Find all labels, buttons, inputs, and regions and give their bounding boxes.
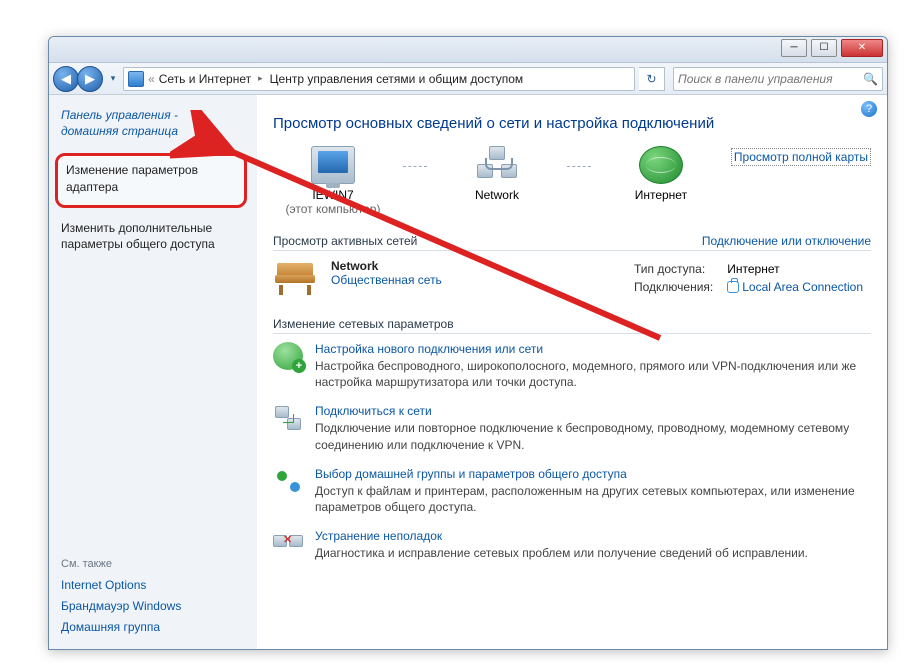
homegroup-sharing-desc: Доступ к файлам и принтерам, расположенн…: [315, 483, 871, 515]
titlebar[interactable]: ─ ☐ ✕: [49, 37, 887, 63]
maximize-button[interactable]: ☐: [811, 39, 837, 57]
connections-label: Подключения:: [628, 279, 719, 295]
public-network-icon: [273, 261, 317, 295]
connection-link[interactable]: Local Area Connection: [742, 280, 863, 294]
computer-icon: [311, 146, 355, 184]
page-title: Просмотр основных сведений о сети и наст…: [273, 115, 871, 132]
main-content: ? Просмотр основных сведений о сети и на…: [257, 95, 887, 649]
troubleshoot-desc: Диагностика и исправление сетевых пробле…: [315, 545, 808, 561]
breadcrumb-root: «: [148, 72, 155, 86]
access-type-label: Тип доступа:: [628, 261, 719, 277]
full-map-link[interactable]: Просмотр полной карты: [731, 148, 871, 166]
internet-options-link[interactable]: Internet Options: [61, 578, 249, 592]
help-icon[interactable]: ?: [861, 101, 877, 117]
network-name: Network: [331, 259, 442, 273]
close-button[interactable]: ✕: [841, 39, 883, 57]
chevron-right-icon[interactable]: ▸: [255, 73, 266, 84]
troubleshoot-link[interactable]: Устранение неполадок: [315, 529, 808, 543]
connect-disconnect-link[interactable]: Подключение или отключение: [702, 234, 871, 248]
network-icon: [475, 146, 519, 184]
control-panel-icon: [128, 71, 144, 87]
search-input[interactable]: [678, 72, 863, 86]
homegroup-sharing-link[interactable]: Выбор домашней группы и параметров общег…: [315, 467, 871, 481]
connection-line: [403, 166, 427, 167]
breadcrumb-network-internet[interactable]: Сеть и Интернет: [159, 72, 251, 86]
minimize-button[interactable]: ─: [781, 39, 807, 57]
sidebar: Панель управления - домашняя страница Из…: [49, 95, 257, 649]
search-icon: 🔍: [863, 72, 878, 86]
node-network: Network: [437, 146, 557, 202]
windows-firewall-link[interactable]: Брандмауэр Windows: [61, 599, 249, 613]
setup-new-connection-link[interactable]: Настройка нового подключения или сети: [315, 342, 871, 356]
access-type-value: Интернет: [721, 261, 869, 277]
connect-to-network-link[interactable]: Подключиться к сети: [315, 404, 871, 418]
connect-network-icon: [273, 404, 303, 432]
node-internet: Интернет: [601, 146, 721, 202]
see-also-heading: См. также: [61, 558, 249, 570]
network-type-link[interactable]: Общественная сеть: [331, 273, 442, 287]
connection-line: [567, 166, 591, 167]
navbar: ◀ ▶ ▾ « Сеть и Интернет ▸ Центр управлен…: [49, 63, 887, 95]
history-dropdown[interactable]: ▾: [107, 66, 119, 92]
setup-new-connection-desc: Настройка беспроводного, широкополосного…: [315, 358, 871, 390]
control-panel-home-link[interactable]: Панель управления - домашняя страница: [61, 107, 249, 139]
change-sharing-settings-link[interactable]: Изменить дополнительные параметры общего…: [61, 220, 249, 252]
network-map: IEWIN7 (этот компьютер) Network Интернет…: [273, 146, 871, 216]
search-box[interactable]: 🔍: [673, 67, 883, 91]
window-frame: ─ ☐ ✕ ◀ ▶ ▾ « Сеть и Интернет ▸ Центр уп…: [48, 36, 888, 650]
troubleshoot-icon: [273, 529, 303, 557]
homegroup-link[interactable]: Домашняя группа: [61, 620, 249, 634]
network-settings-heading: Изменение сетевых параметров: [273, 317, 871, 334]
change-adapter-settings-link[interactable]: Изменение параметров адаптера: [55, 153, 247, 207]
new-connection-icon: [273, 342, 303, 370]
breadcrumb-network-center[interactable]: Центр управления сетями и общим доступом: [270, 72, 524, 86]
ethernet-icon: [727, 281, 739, 293]
active-networks-heading: Просмотр активных сетей Подключение или …: [273, 234, 871, 251]
address-bar[interactable]: « Сеть и Интернет ▸ Центр управления сет…: [123, 67, 635, 91]
globe-icon: [639, 146, 683, 184]
back-button[interactable]: ◀: [53, 66, 79, 92]
refresh-button[interactable]: ↻: [639, 67, 665, 91]
homegroup-icon: [273, 467, 303, 495]
forward-button[interactable]: ▶: [77, 66, 103, 92]
connect-to-network-desc: Подключение или повторное подключение к …: [315, 420, 871, 452]
node-this-computer: IEWIN7 (этот компьютер): [273, 146, 393, 216]
network-details-table: Тип доступа: Интернет Подключения: Local…: [626, 259, 871, 297]
